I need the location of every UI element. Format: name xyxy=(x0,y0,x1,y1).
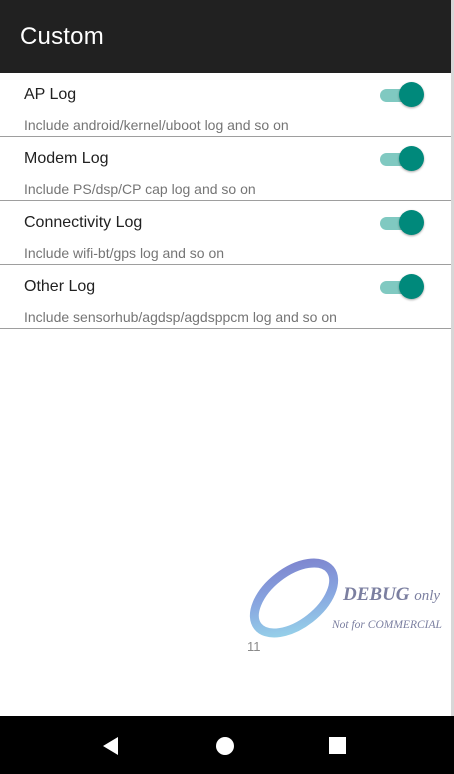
switch-thumb xyxy=(399,82,424,107)
back-triangle-icon xyxy=(103,737,118,755)
switch-thumb xyxy=(399,210,424,235)
swirl-logo-icon xyxy=(249,558,339,638)
nav-recents-button[interactable] xyxy=(323,730,353,760)
nav-back-button[interactable] xyxy=(96,730,126,760)
connectivity-log-switch[interactable] xyxy=(380,210,424,235)
log-item-ap[interactable]: AP Log Include android/kernel/uboot log … xyxy=(0,73,451,137)
watermark-debug-word: DEBUG xyxy=(343,584,410,605)
switch-thumb xyxy=(399,146,424,171)
watermark-only-word: only xyxy=(414,588,441,604)
log-item-summary: Include wifi-bt/gps log and so on xyxy=(24,245,225,261)
log-item-summary: Include PS/dsp/CP cap log and so on xyxy=(24,181,256,197)
recents-square-icon xyxy=(329,737,346,754)
debug-watermark: DEBUG only Not for COMMERCIAL xyxy=(244,558,452,640)
log-item-title: Connectivity Log xyxy=(24,214,143,231)
screen: Custom AP Log Include android/kernel/ubo… xyxy=(0,0,454,774)
page-number: 11 xyxy=(247,639,261,654)
log-item-connectivity[interactable]: Connectivity Log Include wifi-bt/gps log… xyxy=(0,201,451,265)
app-bar-title: Custom xyxy=(20,23,104,50)
log-item-title: Modem Log xyxy=(24,150,109,167)
navigation-bar xyxy=(0,716,454,774)
log-item-other[interactable]: Other Log Include sensorhub/agdsp/agdspp… xyxy=(0,265,451,329)
home-circle-icon xyxy=(216,737,234,755)
log-item-summary: Include android/kernel/uboot log and so … xyxy=(24,117,289,133)
log-item-title: Other Log xyxy=(24,278,96,295)
log-item-summary: Include sensorhub/agdsp/agdsppcm log and… xyxy=(24,309,337,325)
log-item-modem[interactable]: Modem Log Include PS/dsp/CP cap log and … xyxy=(0,137,451,201)
log-settings-list: AP Log Include android/kernel/uboot log … xyxy=(0,73,451,329)
switch-thumb xyxy=(399,274,424,299)
other-log-switch[interactable] xyxy=(380,274,424,299)
modem-log-switch[interactable] xyxy=(380,146,424,171)
ap-log-switch[interactable] xyxy=(380,82,424,107)
nav-home-button[interactable] xyxy=(210,730,240,760)
app-bar: Custom xyxy=(0,0,451,73)
watermark-not-for-text: Not for COMMERCIAL xyxy=(332,619,442,631)
watermark-debug-text: DEBUG only xyxy=(343,584,440,606)
log-item-title: AP Log xyxy=(24,86,77,103)
